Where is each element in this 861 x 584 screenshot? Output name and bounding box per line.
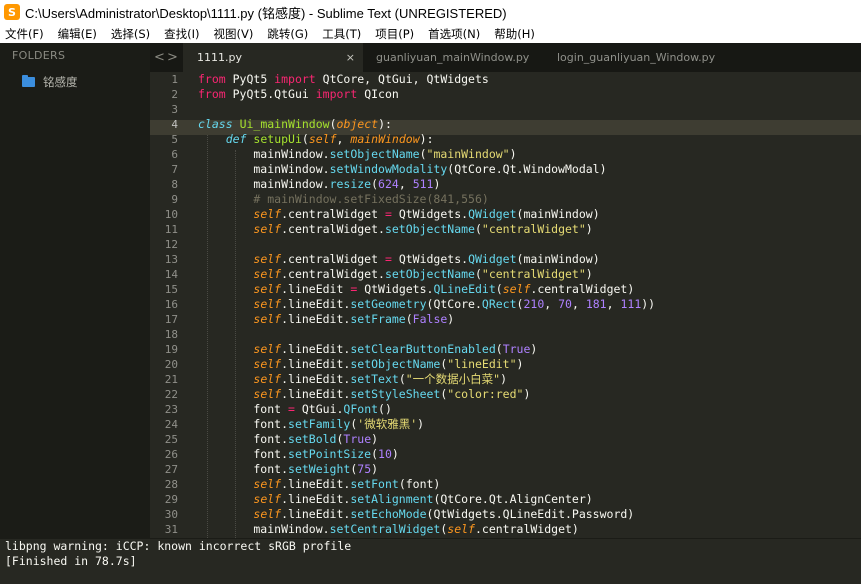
code-line[interactable]: self.centralWidget.setObjectName("centra…: [198, 222, 861, 237]
line-number: 20: [164, 358, 178, 371]
line-number: 10: [164, 208, 178, 221]
tab-label: 1111.py: [197, 51, 242, 64]
line-number: 27: [164, 463, 178, 476]
code-line[interactable]: self.centralWidget.setObjectName("centra…: [198, 267, 861, 282]
console-line: libpng warning: iCCP: known incorrect sR…: [5, 539, 352, 553]
code-line[interactable]: self.lineEdit.setStyleSheet("color:red"): [198, 387, 861, 402]
tab-1111-py[interactable]: 1111.py ×: [183, 43, 363, 72]
code-line[interactable]: self.lineEdit = QtWidgets.QLineEdit(self…: [198, 282, 861, 297]
folder-icon: [22, 75, 35, 87]
code-line[interactable]: self.lineEdit.setEchoMode(QtWidgets.QLin…: [198, 507, 861, 522]
code-line[interactable]: font = QtGui.QFont(): [198, 402, 861, 417]
line-number: 9: [171, 193, 178, 206]
code-line[interactable]: from PyQt5.QtGui import QIcon: [198, 87, 861, 102]
menu-view[interactable]: 视图(V): [214, 26, 254, 42]
code-area[interactable]: from PyQt5 import QtCore, QtGui, QtWidge…: [198, 72, 861, 538]
code-line[interactable]: self.lineEdit.setObjectName("lineEdit"): [198, 357, 861, 372]
sublime-text-icon: S: [4, 4, 20, 20]
line-number-gutter: 1 2 3 4 5 6 7 8 9 10 11 12 13 14 15 16 17 18 19 20 21 22 23 24 2…: [150, 72, 178, 538]
sidebar-folder[interactable]: 铭感度: [22, 74, 78, 90]
code-line[interactable]: mainWindow.setObjectName("mainWindow"): [198, 147, 861, 162]
menu-edit[interactable]: 编辑(E): [58, 26, 97, 42]
code-line[interactable]: font.setFamily('微软雅黑'): [198, 417, 861, 432]
tab-label: login_guanliyuan_Window.py: [557, 51, 716, 64]
line-number: 19: [164, 343, 178, 356]
line-number: 2: [171, 88, 178, 101]
build-output-panel: libpng warning: iCCP: known incorrect sR…: [0, 538, 861, 584]
code-line[interactable]: self.lineEdit.setClearButtonEnabled(True…: [198, 342, 861, 357]
code-line[interactable]: font.setWeight(75): [198, 462, 861, 477]
line-number: 31: [164, 523, 178, 536]
code-line[interactable]: self.lineEdit.setFrame(False): [198, 312, 861, 327]
line-number: 16: [164, 298, 178, 311]
code-line[interactable]: self.lineEdit.setAlignment(QtCore.Qt.Ali…: [198, 492, 861, 507]
code-line[interactable]: [198, 327, 861, 342]
line-number: 4: [171, 118, 178, 131]
menu-preferences[interactable]: 首选项(N): [428, 26, 480, 42]
code-line[interactable]: def setupUi(self, mainWindow):: [198, 132, 861, 147]
code-line[interactable]: mainWindow.setCentralWidget(self.central…: [198, 522, 861, 537]
menu-selection[interactable]: 选择(S): [111, 26, 150, 42]
tab-label: guanliyuan_mainWindow.py: [376, 51, 530, 64]
line-number: 15: [164, 283, 178, 296]
line-number: 5: [171, 133, 178, 146]
code-line[interactable]: self.lineEdit.setFont(font): [198, 477, 861, 492]
line-number: 18: [164, 328, 178, 341]
tab-prev-button[interactable]: <: [154, 50, 165, 65]
line-number: 22: [164, 388, 178, 401]
code-line[interactable]: self.lineEdit.setText("一个数据小白菜"): [198, 372, 861, 387]
line-number: 24: [164, 418, 178, 431]
code-line[interactable]: class Ui_mainWindow(object):: [198, 117, 861, 132]
close-icon[interactable]: ×: [346, 51, 355, 64]
code-line[interactable]: self.centralWidget = QtWidgets.QWidget(m…: [198, 252, 861, 267]
code-line[interactable]: self.lineEdit.setGeometry(QtCore.QRect(2…: [198, 297, 861, 312]
window-title: C:\Users\Administrator\Desktop\1111.py (…: [25, 5, 507, 21]
tab-bar: < > 1111.py × guanliyuan_mainWindow.py l…: [150, 43, 861, 72]
line-number: 29: [164, 493, 178, 506]
menu-bar: 文件(F) 编辑(E) 选择(S) 查找(I) 视图(V) 跳转(G) 工具(T…: [0, 24, 861, 43]
menu-goto[interactable]: 跳转(G): [267, 26, 308, 42]
code-line[interactable]: mainWindow.resize(624, 511): [198, 177, 861, 192]
code-line[interactable]: [198, 237, 861, 252]
menu-tools[interactable]: 工具(T): [322, 26, 361, 42]
sidebar: FOLDERS 铭感度: [0, 43, 150, 538]
code-line[interactable]: font.setPointSize(10): [198, 447, 861, 462]
code-editor[interactable]: 1 2 3 4 5 6 7 8 9 10 11 12 13 14 15 16 17 18 19 20 21 22 23 24 2…: [150, 72, 861, 538]
line-number: 21: [164, 373, 178, 386]
menu-file[interactable]: 文件(F): [5, 26, 44, 42]
line-number: 26: [164, 448, 178, 461]
tab-next-button[interactable]: >: [167, 50, 178, 65]
line-number: 23: [164, 403, 178, 416]
code-line[interactable]: mainWindow.setWindowModality(QtCore.Qt.W…: [198, 162, 861, 177]
line-number: 12: [164, 238, 178, 251]
line-number: 6: [171, 148, 178, 161]
console-line: [Finished in 78.7s]: [5, 554, 137, 568]
line-number: 25: [164, 433, 178, 446]
code-line[interactable]: self.centralWidget = QtWidgets.QWidget(m…: [198, 207, 861, 222]
menu-find[interactable]: 查找(I): [164, 26, 199, 42]
menu-project[interactable]: 项目(P): [375, 26, 414, 42]
code-line[interactable]: font.setBold(True): [198, 432, 861, 447]
line-number: 14: [164, 268, 178, 281]
title-bar: S C:\Users\Administrator\Desktop\1111.py…: [0, 0, 861, 24]
line-number: 17: [164, 313, 178, 326]
line-number: 30: [164, 508, 178, 521]
line-number: 7: [171, 163, 178, 176]
line-number: 3: [171, 103, 178, 116]
line-number: 1: [171, 73, 178, 86]
menu-help[interactable]: 帮助(H): [494, 26, 535, 42]
tab-login-guanliyuan-window[interactable]: login_guanliyuan_Window.py: [557, 43, 715, 72]
line-number: 11: [164, 223, 178, 236]
line-number: 28: [164, 478, 178, 491]
line-number: 8: [171, 178, 178, 191]
tab-guanliyuan-mainwindow[interactable]: guanliyuan_mainWindow.py: [376, 43, 529, 72]
folder-name: 铭感度: [43, 75, 78, 89]
code-line[interactable]: from PyQt5 import QtCore, QtGui, QtWidge…: [198, 72, 861, 87]
code-line[interactable]: [198, 102, 861, 117]
line-number: 13: [164, 253, 178, 266]
code-line[interactable]: # mainWindow.setFixedSize(841,556): [198, 192, 861, 207]
sidebar-header: FOLDERS: [12, 49, 66, 62]
